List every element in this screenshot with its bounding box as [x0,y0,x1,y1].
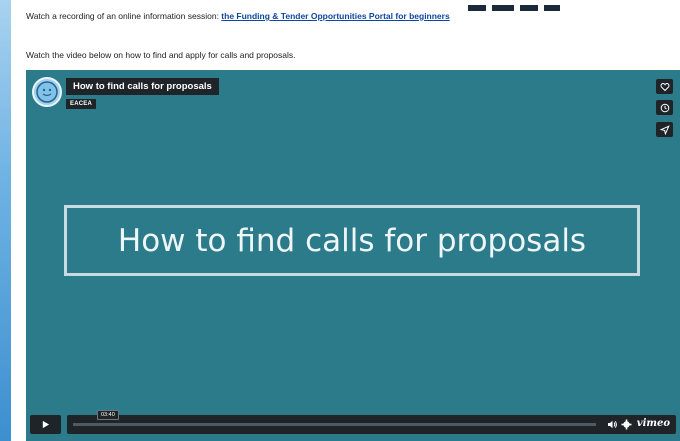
slide-title-box: How to find calls for proposals [64,205,640,276]
share-button[interactable] [656,122,673,137]
watch-later-button[interactable] [656,100,673,115]
intro-text: Watch a recording of an online informati… [26,10,586,23]
intro-prefix: Watch a recording of an online informati… [26,11,222,21]
video-player[interactable]: How to find calls for proposals EACEA Ho… [26,70,680,441]
control-bar: 03:40 vimeo [67,410,676,434]
volume-icon[interactable] [607,419,618,430]
time-tooltip: 03:40 [97,410,119,420]
play-button[interactable] [30,415,61,434]
progress-track[interactable] [73,423,596,426]
slide-title: How to find calls for proposals [117,222,587,259]
like-button[interactable] [656,79,673,94]
video-author[interactable]: EACEA [66,99,97,109]
play-icon [42,420,50,429]
heart-icon [660,82,669,91]
smiley-icon [36,81,58,103]
player-controls: 03:40 vimeo [30,410,676,436]
video-instructions: Watch the video below on how to find and… [26,50,296,60]
gear-icon[interactable] [621,419,632,430]
left-edge-strip [0,0,11,441]
vimeo-logo[interactable]: vimeo [637,418,670,429]
portal-beginners-link[interactable]: the Funding & Tender Opportunities Porta… [221,11,449,21]
clock-icon [660,103,669,112]
send-icon [659,124,670,135]
channel-avatar[interactable] [32,77,62,107]
video-title[interactable]: How to find calls for proposals [66,78,219,95]
